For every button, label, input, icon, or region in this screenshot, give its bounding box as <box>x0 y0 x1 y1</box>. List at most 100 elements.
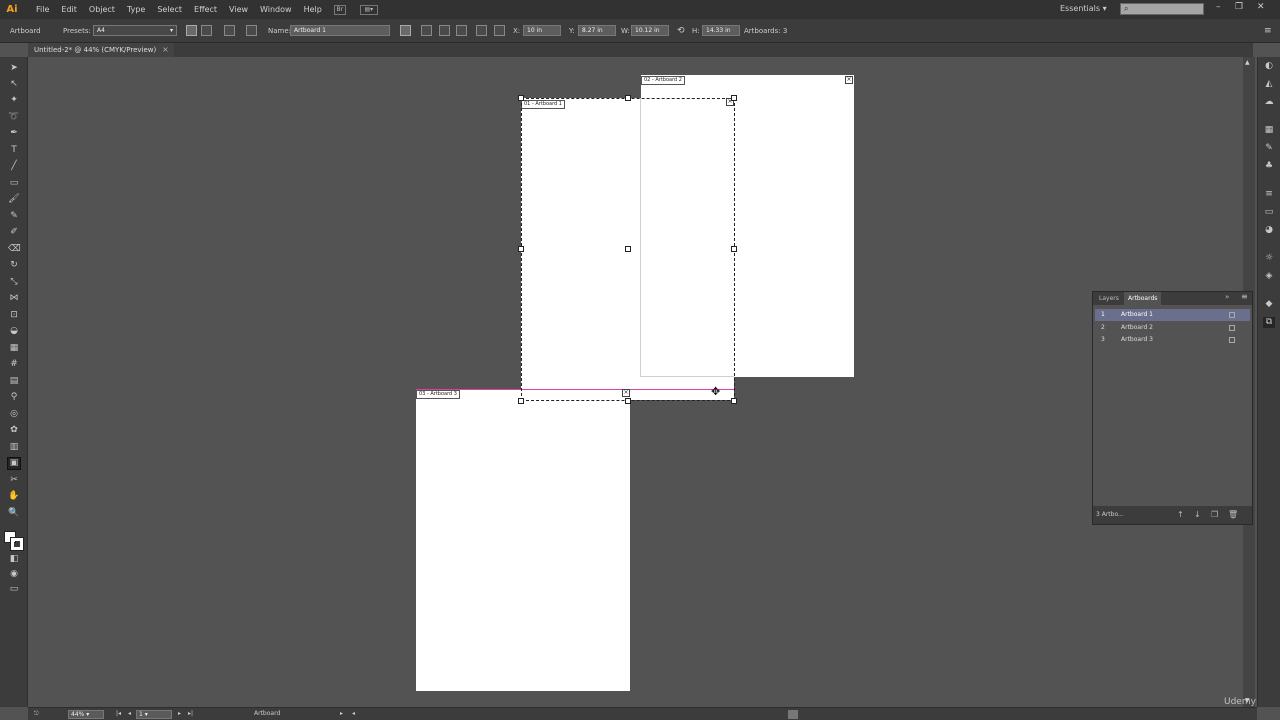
resize-handle-left[interactable] <box>518 246 524 252</box>
eyedropper-tool-icon[interactable]: ⚲ <box>8 392 20 403</box>
move-up-icon[interactable]: ↑ <box>1177 506 1184 524</box>
menu-view[interactable]: View <box>223 0 254 19</box>
artboard-name-input[interactable]: Artboard 1 <box>290 25 390 36</box>
gradient-icon[interactable]: ▭ <box>1263 207 1275 218</box>
w-input[interactable]: 10.12 in <box>631 25 669 36</box>
constrain-link-icon[interactable]: ⟲ <box>677 19 685 43</box>
rectangle-tool-icon[interactable]: ▭ <box>8 178 20 189</box>
symbols-icon[interactable]: ♣ <box>1263 161 1275 172</box>
shape-builder-tool-icon[interactable]: ◒ <box>8 326 20 337</box>
magic-wand-tool-icon[interactable]: ✦ <box>8 95 20 106</box>
reference-point-icon[interactable] <box>494 25 505 36</box>
artboard-options-icon[interactable] <box>1229 337 1235 343</box>
first-artboard-icon[interactable]: |◂ <box>116 708 121 719</box>
y-input[interactable]: 8.27 in <box>578 25 616 36</box>
artboard-navigation[interactable]: 1 ▾ <box>136 710 172 719</box>
lasso-tool-icon[interactable]: ➰ <box>8 112 20 123</box>
draw-mode-icon[interactable]: ◉ <box>8 569 20 580</box>
resize-handle-center[interactable] <box>625 246 631 252</box>
transparency-icon[interactable]: ◕ <box>1263 225 1275 236</box>
blend-tool-icon[interactable]: ◎ <box>8 409 20 420</box>
appearance-icon[interactable]: ☼ <box>1263 253 1275 264</box>
row-name[interactable]: Artboard 2 <box>1121 322 1153 334</box>
h-input[interactable]: 14.33 in <box>702 25 740 36</box>
column-graph-tool-icon[interactable]: ▥ <box>8 442 20 453</box>
pen-tool-icon[interactable]: ✒ <box>8 128 20 139</box>
gradient-tool-icon[interactable]: ▤ <box>8 376 20 387</box>
tab-layers[interactable]: Layers <box>1095 292 1123 305</box>
artboard-options-icon[interactable] <box>1229 312 1235 318</box>
close-window-icon[interactable]: ✕ <box>1257 2 1265 12</box>
resize-handle-top[interactable] <box>625 95 631 101</box>
new-artboard-icon[interactable]: ❐ <box>1211 506 1218 524</box>
width-tool-icon[interactable]: ⋈ <box>8 293 20 304</box>
maximize-icon[interactable]: ❐ <box>1235 2 1243 12</box>
blob-brush-tool-icon[interactable]: ✐ <box>8 227 20 238</box>
document-tab[interactable]: Untitled-2* @ 44% (CMYK/Preview) <box>28 43 174 57</box>
panel-menu-icon[interactable]: ≡ <box>1241 292 1248 301</box>
workspace-switcher[interactable]: Essentials ▾ <box>1060 4 1107 13</box>
bridge-button[interactable]: Br <box>333 4 346 15</box>
move-down-icon[interactable]: ↓ <box>1194 506 1201 524</box>
menu-window[interactable]: Window <box>254 0 298 19</box>
delete-artboard-icon[interactable] <box>246 25 257 36</box>
presets-dropdown[interactable]: A4 ▾ <box>93 25 177 36</box>
menu-file[interactable]: File <box>30 0 55 19</box>
x-input[interactable]: 10 in <box>523 25 561 36</box>
show-safe-areas-icon[interactable] <box>456 25 467 36</box>
resize-handle-top-left[interactable] <box>518 95 524 101</box>
search-help-field[interactable]: ⌕ <box>1120 3 1204 15</box>
resize-handle-right[interactable] <box>731 246 737 252</box>
artboard-2-delete-icon[interactable]: × <box>845 76 853 84</box>
menu-type[interactable]: Type <box>121 0 151 19</box>
line-tool-icon[interactable]: ╱ <box>8 161 20 172</box>
graphic-styles-icon[interactable]: ◈ <box>1263 271 1275 282</box>
status-menu-icon[interactable]: ▸ <box>340 708 343 719</box>
resize-handle-bottom-right[interactable] <box>731 398 737 404</box>
layers-icon[interactable]: ◆ <box>1263 299 1275 310</box>
resize-handle-bottom-left[interactable] <box>518 398 524 404</box>
last-artboard-icon[interactable]: ▸| <box>188 708 193 719</box>
free-transform-tool-icon[interactable]: ⊡ <box>8 310 20 321</box>
show-center-mark-icon[interactable] <box>421 25 432 36</box>
portrait-icon[interactable] <box>186 25 197 36</box>
new-artboard-icon[interactable] <box>224 25 235 36</box>
artboard-3[interactable] <box>416 389 630 691</box>
rotate-tool-icon[interactable]: ↻ <box>8 260 20 271</box>
artboard-tool-icon[interactable]: ▣ <box>7 457 21 470</box>
scroll-up-icon[interactable]: ▲ <box>1245 59 1250 66</box>
move-copy-artwork-icon[interactable] <box>400 25 411 36</box>
stroke-icon[interactable]: ≡ <box>1263 189 1275 200</box>
swatches-icon[interactable]: ▦ <box>1263 125 1275 136</box>
row-name[interactable]: Artboard 3 <box>1121 334 1153 346</box>
horizontal-scroll-thumb[interactable] <box>788 710 798 719</box>
eraser-tool-icon[interactable]: ⌫ <box>8 244 21 255</box>
menu-edit[interactable]: Edit <box>55 0 83 19</box>
fill-stroke-icon[interactable] <box>4 531 24 551</box>
color-panel-icon[interactable]: ◐ <box>1263 61 1275 72</box>
arrange-documents-button[interactable]: ▤▾ <box>359 4 378 15</box>
scroll-left-icon[interactable]: ◂ <box>352 708 355 719</box>
perspective-grid-tool-icon[interactable]: ▦ <box>8 343 20 354</box>
hand-tool-icon[interactable]: ✋ <box>8 491 20 502</box>
type-tool-icon[interactable]: T <box>8 145 20 156</box>
resize-handle-top-right[interactable] <box>731 95 737 101</box>
zoom-dropdown[interactable]: 44% ▾ <box>68 710 104 719</box>
slice-tool-icon[interactable]: ✂ <box>8 475 20 486</box>
color-guide-icon[interactable]: ◭ <box>1263 79 1275 90</box>
menu-object[interactable]: Object <box>83 0 121 19</box>
brushes-icon[interactable]: ✎ <box>1263 143 1275 154</box>
artboard-2-label[interactable]: 02 - Artboard 2 <box>641 76 685 85</box>
close-tab-icon[interactable]: × <box>162 43 169 57</box>
menu-effect[interactable]: Effect <box>188 0 223 19</box>
minimize-icon[interactable]: – <box>1216 2 1221 12</box>
artboard-row-3[interactable]: 3 Artboard 3 <box>1095 334 1250 346</box>
artboards-icon[interactable]: ⧉ <box>1263 317 1275 328</box>
zoom-tool-icon[interactable]: 🔍 <box>8 508 20 519</box>
screen-mode-icon[interactable]: ▭ <box>8 584 20 595</box>
mesh-tool-icon[interactable]: # <box>8 359 20 370</box>
artboard-row-2[interactable]: 2 Artboard 2 <box>1095 322 1250 334</box>
resize-handle-bottom[interactable] <box>625 398 631 404</box>
menu-help[interactable]: Help <box>298 0 328 19</box>
delete-artboard-icon[interactable]: 🗑 <box>1228 506 1238 524</box>
